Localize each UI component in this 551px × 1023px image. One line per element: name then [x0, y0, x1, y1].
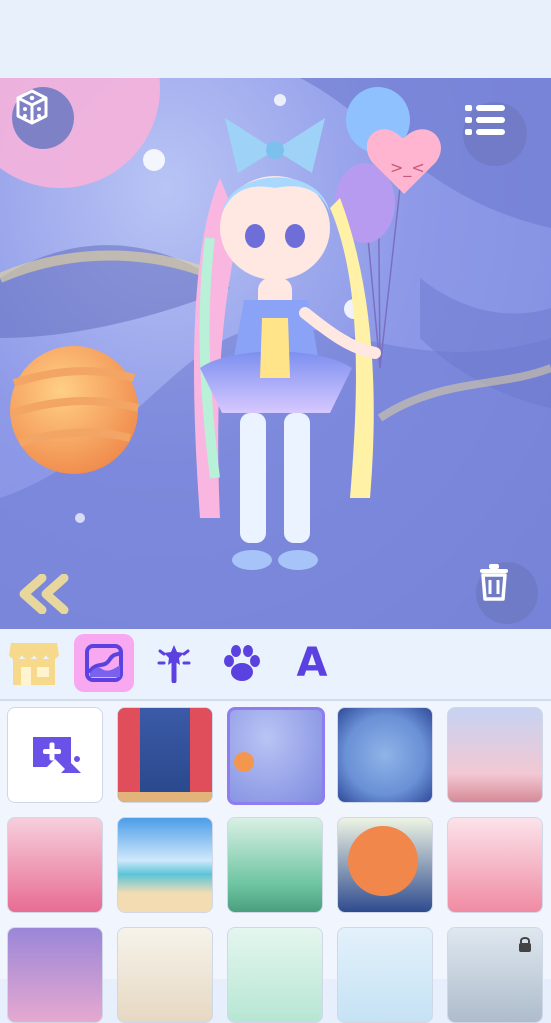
background-grid [0, 701, 551, 1023]
tab-shop[interactable] [4, 634, 64, 692]
scene-canvas[interactable]: >_< [0, 78, 551, 629]
list-menu-icon [465, 105, 505, 135]
svg-text:>_<: >_< [390, 158, 425, 178]
tab-effects[interactable] [144, 634, 204, 692]
lock-icon [519, 937, 531, 952]
double-chevron-left-icon [19, 574, 69, 614]
tab-background[interactable] [74, 634, 134, 692]
randomize-button[interactable] [12, 87, 74, 149]
curtain-right [190, 708, 212, 802]
menu-button[interactable] [463, 102, 527, 166]
background-thumb-beach[interactable] [117, 817, 213, 913]
delete-button[interactable] [476, 562, 538, 624]
background-thumb-curtain[interactable] [117, 707, 213, 803]
background-thumb-space-selected[interactable] [227, 707, 325, 805]
background-thumb-purple-dusk[interactable] [7, 927, 103, 1023]
mini-planet [234, 752, 254, 772]
background-thumb-orange-moon-waves[interactable] [337, 817, 433, 913]
background-thumb-mint-garden[interactable] [227, 927, 323, 1023]
magic-wand-icon [157, 645, 191, 683]
category-toolbar: A [0, 629, 551, 701]
background-thumb-pale-sky[interactable] [337, 927, 433, 1023]
add-photo-icon [33, 737, 81, 773]
shop-icon [9, 643, 59, 685]
tab-text[interactable]: A [282, 634, 342, 692]
tab-pets[interactable] [212, 634, 272, 692]
background-thumb-sunset-sky[interactable] [447, 707, 543, 803]
background-thumb-autumn-trees[interactable] [117, 927, 213, 1023]
top-bar [0, 0, 551, 78]
add-custom-background-button[interactable] [7, 707, 103, 803]
background-image-icon [85, 644, 123, 682]
background-thumb-pink-city[interactable] [447, 817, 543, 913]
collapse-panel-button[interactable] [16, 574, 72, 614]
orange-planet [10, 346, 140, 474]
background-thumb-locked-mist[interactable] [447, 927, 543, 1023]
scene-background-art: >_< [0, 78, 551, 629]
background-thumb-green-mountains[interactable] [227, 817, 323, 913]
paw-icon [224, 645, 260, 681]
background-thumb-ocean-pattern[interactable] [337, 707, 433, 803]
big-orange-moon [348, 826, 418, 896]
curtain-left [118, 708, 140, 802]
text-a-icon: A [296, 640, 328, 686]
background-thumb-flower-field[interactable] [7, 817, 103, 913]
trash-icon [480, 564, 508, 601]
stage-floor [118, 792, 212, 802]
dice-icon [16, 89, 48, 125]
